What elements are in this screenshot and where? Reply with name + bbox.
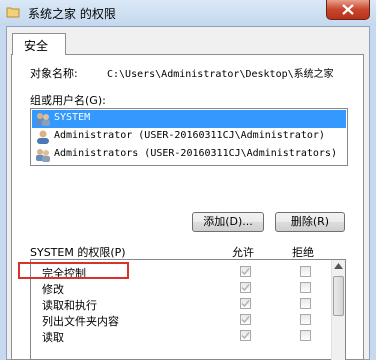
- permission-row-read-execute: 读取和执行: [31, 296, 331, 312]
- object-path: C:\Users\Administrator\Desktop\系统之家: [107, 69, 334, 80]
- permission-name: 列出文件夹内容: [42, 315, 119, 328]
- permission-name: 读取和执行: [42, 299, 97, 312]
- window-title: 系统之家 的权限: [28, 7, 116, 21]
- group-user-label: 组或用户名(G):: [30, 94, 106, 107]
- close-icon: [342, 4, 354, 15]
- user-group-icon: [36, 113, 50, 126]
- user-row-system[interactable]: SYSTEM: [32, 110, 346, 128]
- permission-name: 修改: [42, 283, 64, 296]
- allow-checkbox[interactable]: [240, 266, 251, 277]
- allow-checkbox[interactable]: [240, 330, 251, 341]
- allow-checkbox[interactable]: [240, 314, 251, 325]
- user-row-label: Administrator (USER-20160311CJ\Administr…: [54, 130, 325, 141]
- allow-checkbox[interactable]: [240, 282, 251, 293]
- allow-column-header: 允许: [232, 246, 254, 259]
- deny-checkbox[interactable]: [300, 266, 311, 277]
- permissions-label: SYSTEM 的权限(P): [30, 246, 126, 259]
- user-row-label: SYSTEM: [54, 112, 91, 123]
- user-row-label: Administrators (USER-20160311CJ\Administ…: [54, 148, 337, 159]
- close-button[interactable]: [326, 0, 370, 20]
- scrollbar-thumb[interactable]: [333, 276, 344, 316]
- user-group-icon: [36, 149, 50, 162]
- title-bar[interactable]: 系统之家 的权限: [0, 0, 376, 26]
- full-control-highlight: [18, 262, 129, 279]
- remove-button[interactable]: 删除(R): [275, 212, 345, 232]
- user-row-administrators[interactable]: Administrators (USER-20160311CJ\Administ…: [32, 146, 346, 164]
- scroll-up-arrow-icon[interactable]: [334, 263, 343, 269]
- object-name-label: 对象名称:: [30, 67, 78, 80]
- folder-icon: [6, 7, 20, 18]
- permission-name: 读取: [42, 331, 64, 344]
- deny-checkbox[interactable]: [300, 330, 311, 341]
- deny-column-header: 拒绝: [292, 246, 314, 259]
- add-button[interactable]: 添加(D)...: [192, 212, 264, 232]
- permission-row-modify: 修改: [31, 280, 331, 296]
- user-icon: [37, 130, 49, 144]
- tab-label: 安全: [24, 39, 49, 53]
- permissions-scrollbar[interactable]: [331, 260, 345, 360]
- deny-checkbox[interactable]: [300, 314, 311, 325]
- deny-checkbox[interactable]: [300, 298, 311, 309]
- tab-security[interactable]: 安全: [12, 33, 66, 55]
- allow-checkbox[interactable]: [240, 298, 251, 309]
- deny-checkbox[interactable]: [300, 282, 311, 293]
- permission-row-read: 读取: [31, 328, 331, 344]
- user-row-administrator[interactable]: Administrator (USER-20160311CJ\Administr…: [32, 128, 346, 146]
- permissions-window: 系统之家 的权限 安全 对象名称: C:\Users\Administrator…: [0, 0, 376, 360]
- user-list[interactable]: SYSTEM Administrator (USER-20160311CJ\Ad…: [30, 108, 348, 166]
- permission-row-list-folder: 列出文件夹内容: [31, 312, 331, 328]
